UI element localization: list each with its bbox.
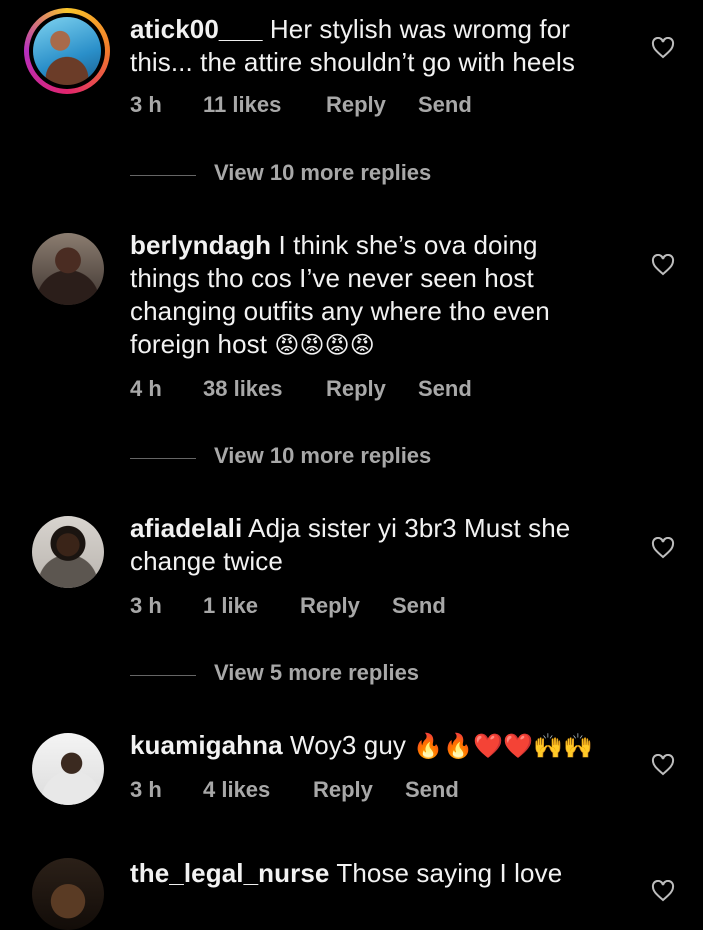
comment-time: 4 h [130, 376, 162, 401]
comment-time: 3 h [130, 777, 162, 802]
divider [130, 175, 196, 176]
comment-likes[interactable]: 1 like [203, 593, 258, 619]
reply-button[interactable]: Reply [326, 376, 386, 402]
heart-outline-icon[interactable] [651, 37, 675, 59]
heart-outline-icon[interactable] [651, 254, 675, 276]
divider [130, 675, 196, 676]
view-replies-label: View 5 more replies [214, 660, 420, 685]
reply-button[interactable]: Reply [313, 777, 373, 803]
avatar[interactable] [32, 516, 104, 588]
send-button[interactable]: Send [418, 376, 472, 402]
heart-outline-icon[interactable] [651, 754, 675, 776]
comment-likes[interactable]: 11 likes [203, 92, 281, 118]
avatar[interactable] [32, 733, 104, 805]
comment-likes[interactable]: 4 likes [203, 777, 270, 803]
comment-username[interactable]: kuamigahna [130, 730, 283, 760]
comment-emoji: 🔥🔥❤️❤️🙌🙌 [413, 732, 594, 760]
send-button[interactable]: Send [418, 92, 472, 118]
comment-time: 3 h [130, 593, 162, 618]
divider [130, 458, 196, 459]
comment-emoji: 😡😡😡😡 [274, 331, 375, 359]
comment-text: Woy3 guy [290, 730, 406, 760]
avatar-story-ring[interactable] [24, 8, 110, 94]
heart-outline-icon[interactable] [651, 537, 675, 559]
reply-button[interactable]: Reply [326, 92, 386, 118]
comment-username[interactable]: berlyndagh [130, 230, 271, 260]
view-replies-label: View 10 more replies [214, 160, 432, 185]
reply-button[interactable]: Reply [300, 593, 360, 619]
send-button[interactable]: Send [405, 777, 459, 803]
comment-likes[interactable]: 38 likes [203, 376, 283, 402]
heart-outline-icon[interactable] [651, 880, 675, 902]
comment-text: Those saying I love [336, 858, 563, 888]
comment-username[interactable]: the_legal_nurse [130, 858, 329, 888]
comment-time: 3 h [130, 92, 162, 117]
view-replies-label: View 10 more replies [214, 443, 432, 468]
avatar[interactable] [32, 858, 104, 930]
comment-username[interactable]: afiadelali [130, 513, 242, 543]
comment-username[interactable]: atick00___ [130, 14, 263, 44]
send-button[interactable]: Send [392, 593, 446, 619]
avatar[interactable] [32, 233, 104, 305]
avatar [33, 17, 101, 85]
